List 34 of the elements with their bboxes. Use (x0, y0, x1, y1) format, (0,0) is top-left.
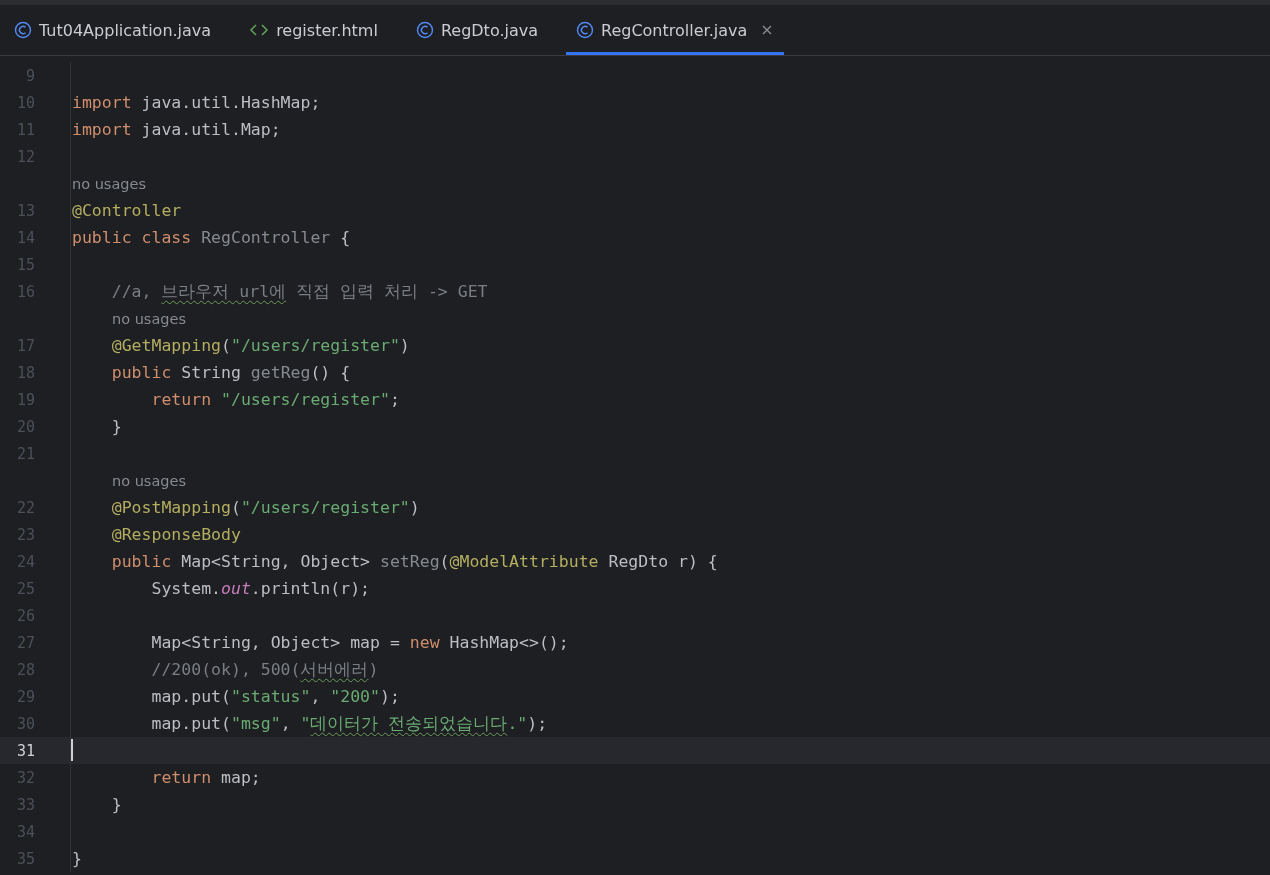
code-line: @PostMapping("/users/register") (110, 498, 420, 517)
code-line: Map<String, Object> map = new HashMap<>(); (150, 633, 569, 652)
code-line: System.out.println(r); (150, 579, 371, 598)
code-line: @ResponseBody (110, 525, 241, 544)
editor-tab[interactable]: register.html (239, 5, 390, 55)
code-line: @GetMapping("/users/register") (110, 336, 410, 355)
code-line: map.put("msg", "데이터가 전송되었습니다."); (150, 712, 548, 735)
usages-hint[interactable]: no usages (112, 310, 186, 327)
editor-tab[interactable]: RegController.java (566, 5, 785, 55)
class-icon (14, 21, 32, 39)
code-line: //200(ok), 500(서버에러) (150, 658, 379, 681)
code-line: @Controller (72, 201, 182, 220)
code-line: import java.util.Map; (72, 120, 281, 139)
code-line: map.put("status", "200"); (150, 687, 400, 706)
usages-hint[interactable]: no usages (112, 472, 186, 489)
code-line: public String getReg() { (110, 363, 351, 382)
code-line: import java.util.HashMap; (72, 93, 321, 112)
code-line: public Map<String, Object> setReg(@ModelAttribute RegDto r) { (110, 552, 718, 571)
line-number: 31 (15, 741, 35, 760)
code-line: //a, 브라우저 url에 직접 입력 처리 -> GET (110, 280, 488, 303)
code-line: return "/users/register"; (150, 390, 400, 409)
class-icon (415, 21, 434, 39)
code-line: return map; (150, 768, 261, 787)
code-line: } (110, 795, 122, 814)
code-brackets-icon (249, 23, 270, 37)
text-cursor (71, 739, 73, 761)
editor-tab[interactable]: RegDto.java (405, 5, 550, 55)
class-icon (576, 21, 594, 39)
code-line: public class RegController { (72, 228, 351, 247)
usages-hint[interactable]: no usages (72, 175, 146, 192)
code-line: } (110, 417, 122, 436)
close-icon[interactable] (762, 25, 773, 35)
code-line: } (72, 849, 82, 868)
editor-tab[interactable]: Tut04Application.java (4, 5, 224, 55)
